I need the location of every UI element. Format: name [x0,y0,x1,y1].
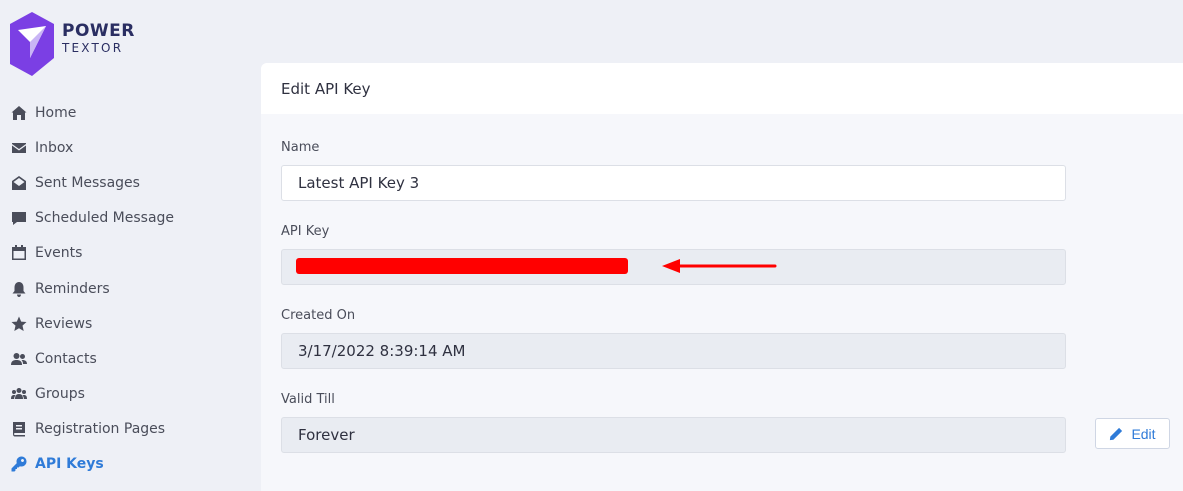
valid-till-field[interactable]: Forever [281,417,1066,453]
edit-api-key-card: Edit API Key Name Latest API Key 3 API K… [261,63,1183,491]
card-title: Edit API Key [261,63,1183,114]
name-label: Name [281,140,320,155]
edit-button[interactable]: Edit [1095,418,1170,449]
sidebar-item-inbox[interactable]: Inbox [0,130,250,165]
bell-icon [10,281,28,297]
sidebar-item-scheduled-message[interactable]: Scheduled Message [0,201,250,236]
sidebar-item-label: Reviews [35,315,93,332]
created-on-label: Created On [281,308,356,323]
users-group-icon [10,386,28,402]
sidebar-item-label: Home [35,104,77,121]
name-input-value: Latest API Key 3 [298,174,420,192]
brand-name-line1: POWER [62,21,135,41]
sidebar-nav: Home Inbox Sent Messages Scheduled Messa… [0,95,250,482]
sidebar-item-label: Registration Pages [35,421,166,438]
api-key-label: API Key [281,224,330,239]
key-icon [10,456,28,472]
annotation-arrow-icon [662,259,777,273]
users-icon [10,351,28,367]
sidebar-item-label: Groups [35,386,85,403]
brand-logo[interactable]: POWER TEXTOR [10,12,135,76]
sidebar-item-reminders[interactable]: Reminders [0,271,250,306]
sidebar-item-events[interactable]: Events [0,236,250,271]
comment-icon [10,210,28,226]
home-icon [10,105,28,121]
edit-button-label: Edit [1131,425,1156,442]
sidebar-item-label: Sent Messages [35,174,140,191]
star-icon [10,316,28,332]
sidebar-item-sent-messages[interactable]: Sent Messages [0,165,250,200]
envelope-open-icon [10,175,28,191]
valid-till-value: Forever [298,426,355,444]
sidebar-item-reviews[interactable]: Reviews [0,306,250,341]
sidebar-item-label: Events [35,245,83,262]
sidebar-item-label: Contacts [35,350,97,367]
name-input[interactable]: Latest API Key 3 [281,165,1066,201]
sidebar-item-groups[interactable]: Groups [0,377,250,412]
sidebar-item-label: Reminders [35,280,110,297]
api-key-redaction [296,258,628,274]
calendar-icon [10,245,28,261]
created-on-field[interactable]: 3/17/2022 8:39:14 AM [281,333,1066,369]
sidebar-item-api-keys[interactable]: API Keys [0,447,250,482]
sidebar-item-label: Scheduled Message [35,210,175,227]
logo-icon [10,12,54,76]
brand-name-line2: TEXTOR [62,41,124,55]
pencil-icon [1110,427,1123,440]
created-on-value: 3/17/2022 8:39:14 AM [298,342,466,360]
valid-till-label: Valid Till [281,392,335,407]
envelope-icon [10,140,28,156]
sidebar-item-home[interactable]: Home [0,95,250,130]
sidebar-item-contacts[interactable]: Contacts [0,341,250,376]
book-icon [10,421,28,437]
sidebar-item-label: Inbox [35,139,74,156]
sidebar-item-label: API Keys [35,456,104,473]
sidebar-item-registration-pages[interactable]: Registration Pages [0,412,250,447]
api-key-field[interactable] [281,249,1066,285]
